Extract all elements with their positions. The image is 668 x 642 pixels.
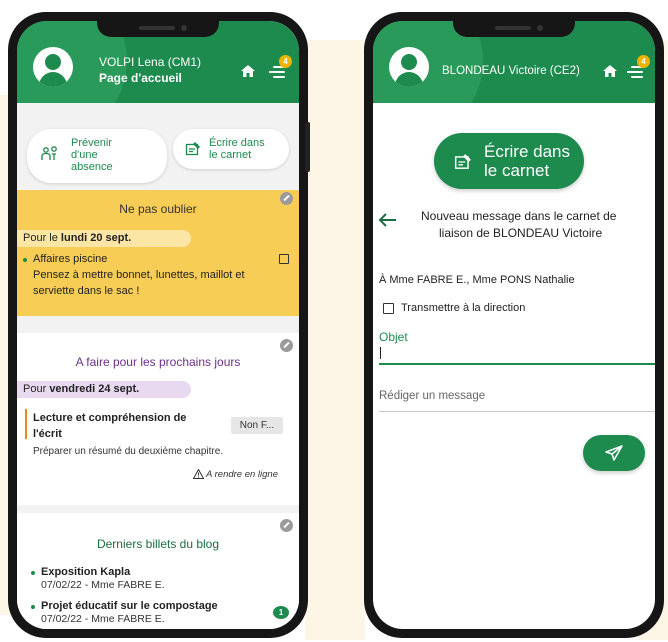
reminder-checkbox[interactable] [279, 254, 289, 264]
blog-title: Derniers billets du blog [96, 537, 220, 551]
subject-label: Objet [379, 330, 408, 344]
home-content: Prévenir d'une absence Écrire dans le ca… [17, 103, 299, 629]
write-notebook-button[interactable]: Écrire dans le carnet [434, 133, 584, 189]
reminder-item-title: Affaires piscine [33, 253, 108, 265]
online-note: A rendre en ligne [206, 469, 279, 480]
warning-icon [193, 469, 204, 479]
task-status[interactable]: Non F... [231, 417, 283, 434]
post-bullet [31, 571, 35, 575]
report-absence-button[interactable]: Prévenir d'une absence [27, 129, 167, 183]
task-title-2: l'écrit [33, 428, 62, 440]
recipients: À Mme FABRE E., Mme PONS Nathalie [379, 274, 575, 286]
notification-badge: 4 [279, 55, 292, 68]
notebook-label-2: le carnet [209, 149, 252, 161]
task-accent-bar [25, 409, 27, 439]
right-phone-screen: BLONDEAU Victoire (CE2) 4 Écrire dans le… [373, 21, 655, 629]
send-icon [605, 445, 623, 461]
reminder-date: Pour le lundi 20 sept. [17, 230, 191, 247]
reminder-text-2: serviette dans le sac ! [33, 285, 140, 297]
phone-notch [97, 21, 219, 37]
right-phone: BLONDEAU Victoire (CE2) 4 Écrire dans le… [364, 12, 664, 638]
phone-notch [453, 21, 575, 37]
page-title: Page d'accueil [99, 71, 182, 85]
forward-checkbox[interactable] [383, 303, 394, 314]
send-button[interactable] [583, 435, 645, 471]
message-title-2: liaison de BLONDEAU Victoire [439, 226, 603, 240]
write-notebook-button[interactable]: Écrire dans le carnet [173, 129, 289, 169]
notebook-label-1: Écrire dans [209, 137, 265, 149]
message-title-1: Nouveau message dans le carnet de [421, 209, 617, 223]
post-title[interactable]: Projet éducatif sur le compostage [41, 599, 218, 613]
student-name: BLONDEAU Victoire (CE2) [442, 65, 580, 77]
reminder-bullet [23, 258, 27, 262]
subject-input[interactable] [379, 345, 655, 363]
notebook-icon [454, 154, 471, 169]
notification-badge: 4 [637, 55, 650, 68]
text-cursor [380, 347, 381, 359]
absence-label-3: absence [71, 161, 113, 173]
student-name: VOLPI Lena (CM1) [99, 55, 202, 69]
homework-date: Pour vendredi 24 sept. [17, 381, 191, 398]
left-phone-screen: VOLPI Lena (CM1) Page d'accueil 4 Préven… [17, 21, 299, 629]
subject-underline [379, 363, 655, 365]
side-button [305, 122, 310, 172]
absence-label-1: Prévenir [71, 137, 112, 149]
write-label-1: Écrire dans [484, 142, 570, 161]
reminder-text-1: Pensez à mettre bonnet, lunettes, maillo… [33, 269, 245, 281]
reminder-card: Ne pas oublier Pour le lundi 20 sept. Af… [17, 190, 299, 316]
post-bullet [31, 605, 35, 609]
post-title[interactable]: Exposition Kapla [41, 565, 130, 579]
blog-card: Derniers billets du blog Exposition Kapl… [17, 513, 299, 629]
background-panel-center [305, 40, 365, 640]
open-arrow-icon[interactable] [280, 519, 293, 532]
task-description: Préparer un résumé du deuxième chapitre. [33, 446, 224, 457]
avatar-icon[interactable] [33, 47, 73, 87]
absence-label-2: d'une [71, 149, 98, 161]
homework-title: A faire pour les prochains jours [75, 355, 241, 369]
home-icon[interactable] [603, 65, 617, 77]
back-arrow-icon[interactable] [377, 212, 397, 228]
post-meta: 07/02/22 - Mme FABRE E. [41, 579, 165, 591]
message-input[interactable]: Rédiger un message [379, 389, 485, 403]
left-phone: VOLPI Lena (CM1) Page d'accueil 4 Préven… [8, 12, 310, 638]
reminder-title: Ne pas oublier [119, 202, 197, 216]
open-arrow-icon[interactable] [280, 339, 293, 352]
write-label-2: le carnet [484, 161, 550, 180]
forward-label: Transmettre à la direction [401, 302, 526, 314]
absence-icon [41, 146, 57, 160]
homework-card: A faire pour les prochains jours Pour ve… [17, 333, 299, 505]
comment-icon[interactable]: 1 [273, 606, 289, 619]
avatar-icon[interactable] [389, 47, 429, 87]
notebook-icon [185, 142, 200, 156]
post-meta: 07/02/22 - Mme FABRE E. [41, 613, 165, 625]
task-title-1: Lecture et compréhension de [33, 412, 187, 424]
home-icon[interactable] [241, 65, 255, 77]
message-underline [379, 411, 655, 412]
